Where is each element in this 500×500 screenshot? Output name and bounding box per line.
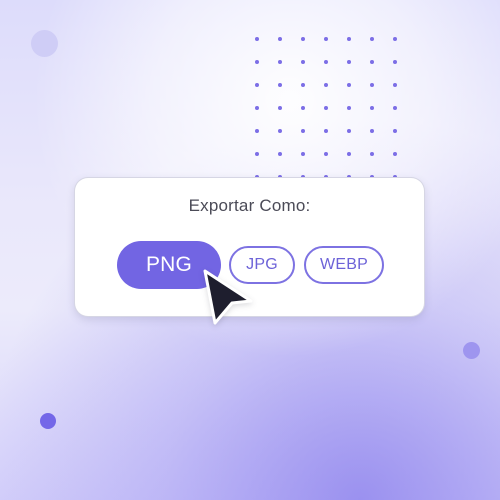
export-title: Exportar Como: bbox=[188, 196, 311, 215]
mouse-pointer-icon bbox=[203, 269, 253, 325]
decorative-circle-left bbox=[40, 413, 56, 429]
decorative-circle-large bbox=[31, 30, 58, 57]
decorative-circle-right bbox=[463, 342, 480, 359]
webp-format-button[interactable]: WEBP bbox=[304, 246, 384, 284]
